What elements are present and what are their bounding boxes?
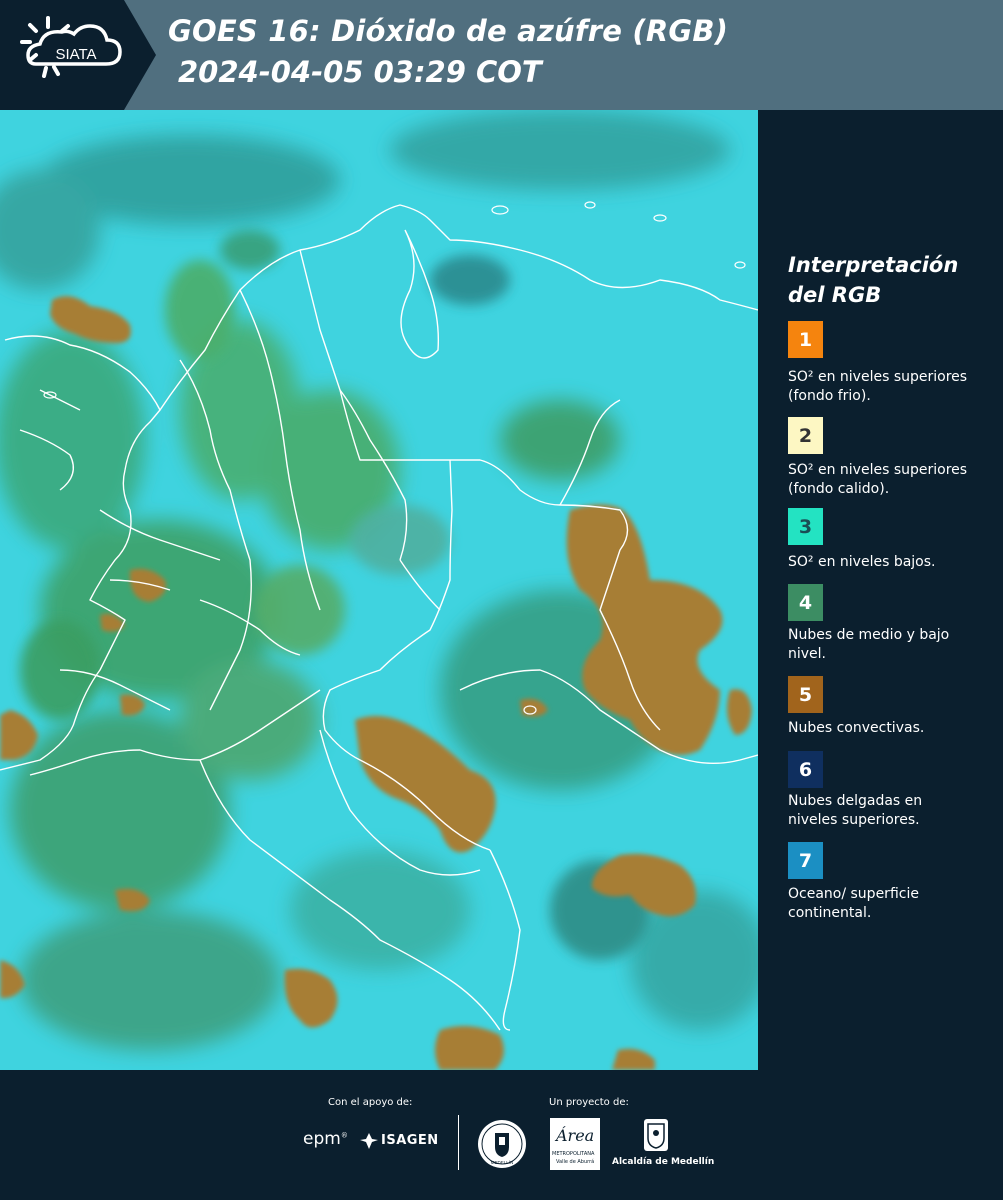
- satellite-image: [0, 110, 758, 1070]
- project-caption: Un proyecto de:: [549, 1097, 629, 1108]
- alcaldia-shield-icon: [644, 1119, 668, 1151]
- legend-swatch-1: 1: [788, 321, 823, 358]
- legend-swatch-3: 3: [788, 508, 823, 545]
- header-bar: SIATA GOES 16: Dióxido de azúfre (RGB) 2…: [0, 0, 1003, 110]
- legend-label-1: SO² en niveles superiores (fondo frio).: [788, 369, 968, 404]
- legend-label-2: SO² en niveles superiores (fondo calido)…: [788, 462, 968, 497]
- legend-label-4: Nubes de medio y bajo nivel.: [788, 627, 950, 662]
- siata-logo-text: SIATA: [55, 46, 96, 63]
- legend-label-5: Nubes convectivas.: [788, 720, 925, 736]
- legend-swatch-4: 4: [788, 584, 823, 621]
- footer: Con el apoyo de: Un proyecto de: epm® IS…: [0, 1070, 1003, 1200]
- legend-swatch-7: 7: [788, 842, 823, 879]
- isagen-icon: [360, 1133, 378, 1149]
- legend-swatch-5: 5: [788, 676, 823, 713]
- support-caption: Con el apoyo de:: [328, 1097, 413, 1108]
- footer-divider: [458, 1115, 459, 1170]
- medellin-seal-icon: MEDELLÍN: [478, 1120, 526, 1168]
- svg-text:MEDELLÍN: MEDELLÍN: [491, 1159, 514, 1165]
- legend-swatch-2: 2: [788, 417, 823, 454]
- area-metropolitana-logo: Área METROPOLITANA Valle de Aburrá: [550, 1118, 600, 1170]
- epm-logo: epm®: [303, 1129, 348, 1149]
- satellite-map: [0, 110, 758, 1070]
- isagen-logo: ISAGEN: [381, 1133, 439, 1148]
- legend-label-7: Oceano/ superficie continental.: [788, 886, 919, 921]
- timestamp: 2024-04-05 03:29 COT: [178, 55, 542, 89]
- siata-logo-tab: SIATA: [0, 0, 156, 110]
- legend-label-3: SO² en niveles bajos.: [788, 554, 936, 570]
- page-title: GOES 16: Dióxido de azúfre (RGB): [168, 14, 729, 48]
- legend-panel: Interpretación del RGB 1 SO² en niveles …: [760, 110, 1003, 1070]
- legend-swatch-6: 6: [788, 751, 823, 788]
- alcaldia-logo-text: Alcaldía de Medellín: [612, 1157, 715, 1167]
- legend-label-6: Nubes delgadas en niveles superiores.: [788, 793, 923, 828]
- legend-title: Interpretación del RGB: [788, 253, 959, 307]
